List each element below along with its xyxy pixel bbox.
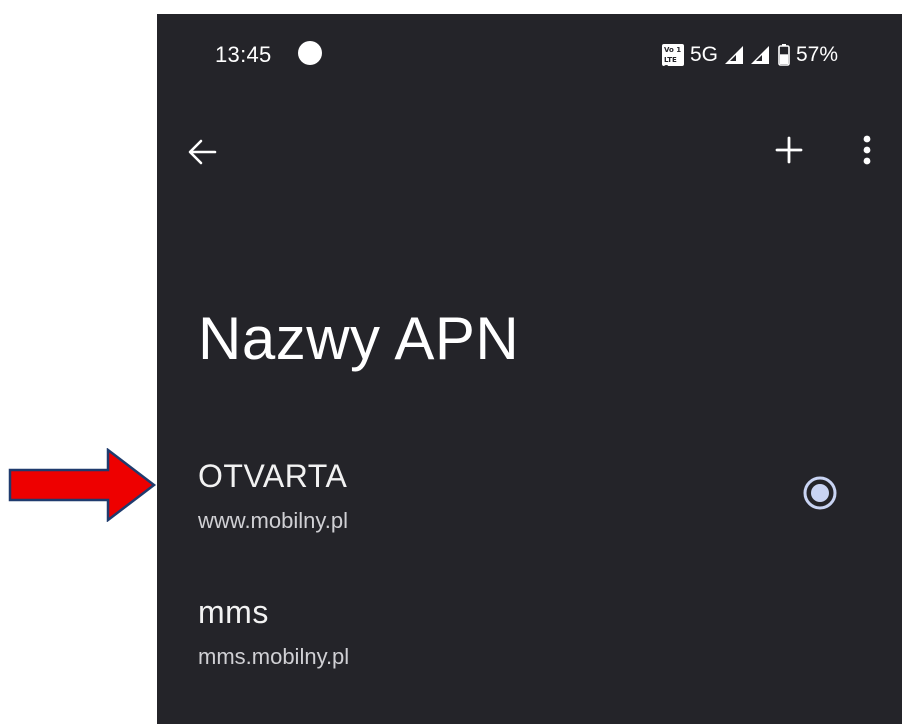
apn-url: www.mobilny.pl [198, 508, 348, 533]
more-options-button[interactable] [847, 126, 887, 174]
back-arrow-icon [188, 139, 217, 165]
network-type: 5G [689, 43, 718, 66]
apn-name: OTVARTA [198, 458, 348, 494]
signal-icon [750, 46, 769, 64]
volte-label-top: Vo 1 [663, 46, 682, 54]
battery-icon [778, 44, 790, 66]
annotation-arrow-icon [8, 448, 157, 522]
page-title: Nazwy APN [198, 305, 520, 372]
status-bar: 13:45 Vo 1 LTE 2 5G 57% [157, 14, 902, 94]
apn-url: mms.mobilny.pl [198, 644, 350, 669]
more-vert-icon [863, 135, 871, 165]
notification-dot-icon [298, 41, 322, 65]
apn-radio-selected[interactable] [801, 474, 839, 512]
apn-name: mms [198, 594, 269, 630]
screenshot-canvas: 13:45 Vo 1 LTE 2 5G 57% Nazwy APN OTVART… [0, 0, 902, 724]
toolbar [157, 114, 902, 186]
plus-icon [775, 136, 803, 164]
add-apn-button[interactable] [765, 126, 813, 174]
volte-label-bottom: LTE 2 [663, 56, 677, 72]
signal-icon [724, 46, 743, 64]
apn-list-item[interactable]: mms mms.mobilny.pl [157, 586, 902, 686]
volte-icon: Vo 1 LTE 2 [661, 44, 684, 72]
phone-screen: 13:45 Vo 1 LTE 2 5G 57% Nazwy APN OTVART… [157, 14, 902, 724]
apn-list-item[interactable]: OTVARTA www.mobilny.pl [157, 450, 902, 550]
back-button[interactable] [179, 128, 227, 176]
status-indicators: Vo 1 LTE 2 5G 57% [661, 42, 838, 72]
battery-percent: 57% [795, 43, 838, 66]
status-time: 13:45 [215, 42, 272, 67]
